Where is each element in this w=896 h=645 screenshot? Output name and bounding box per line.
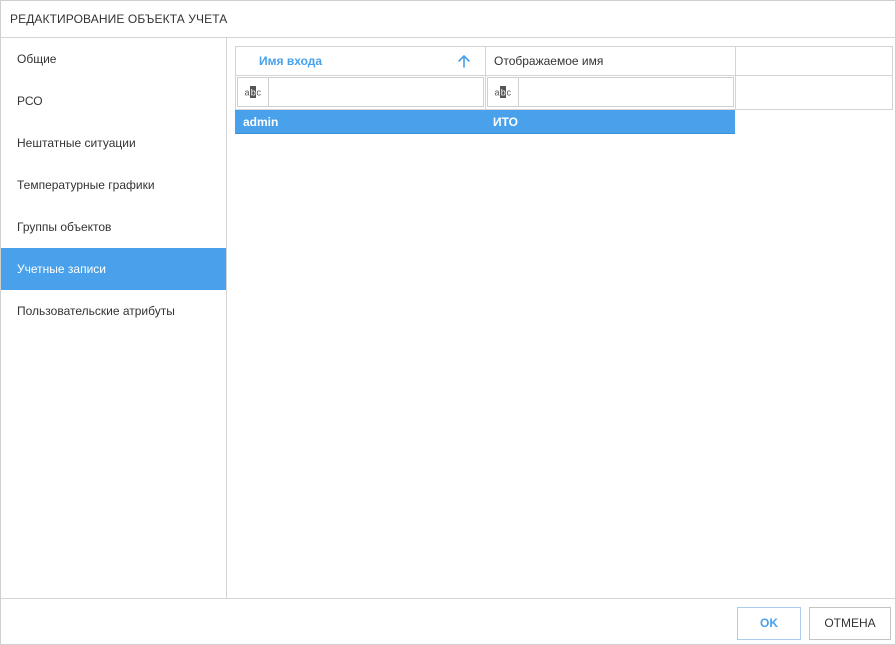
column-header-login[interactable]: Имя входа [236,47,486,75]
cell-display-name: ИТО [493,115,518,129]
column-header-login-label: Имя входа [259,54,323,68]
cell-login: admin [243,115,279,129]
table-row[interactable]: admin ИТО [235,110,735,134]
filter-cell-display-name: a b c [486,76,736,109]
text-filter-icon[interactable]: a b c [238,78,269,106]
cancel-button[interactable]: ОТМЕНА [809,607,891,640]
dialog-title: РЕДАКТИРОВАНИЕ ОБЪЕКТА УЧЕТА [10,12,228,26]
sidebar-item-custom-attributes[interactable]: Пользовательские атрибуты [1,290,226,332]
svg-text:b: b [501,88,506,98]
dialog-footer: OK ОТМЕНА [1,598,895,645]
sidebar-item-general[interactable]: Общие [1,38,226,80]
sidebar-item-temperature-schedules[interactable]: Температурные графики [1,164,226,206]
sidebar-item-accounts[interactable]: Учетные записи [1,248,226,290]
filter-box-display-name: a b c [487,77,734,107]
sort-ascending-icon [458,55,470,68]
edit-account-object-dialog: РЕДАКТИРОВАНИЕ ОБЪЕКТА УЧЕТА Общие РСО Н… [0,0,896,645]
sidebar: Общие РСО Нештатные ситуации Температурн… [1,38,227,598]
sidebar-item-rso[interactable]: РСО [1,80,226,122]
column-header-empty [736,47,892,75]
svg-text:c: c [257,88,262,98]
svg-text:c: c [507,88,512,98]
svg-text:b: b [251,88,256,98]
svg-text:a: a [495,88,500,98]
column-header-display-name[interactable]: Отображаемое имя [486,47,736,75]
sidebar-item-object-groups[interactable]: Группы объектов [1,206,226,248]
accounts-grid: Имя входа Отображаемое имя a b c a b c a… [235,46,893,134]
svg-text:a: a [245,88,250,98]
ok-button[interactable]: OK [737,607,801,640]
dialog-titlebar: РЕДАКТИРОВАНИЕ ОБЪЕКТА УЧЕТА [1,1,895,38]
filter-input-login[interactable] [269,78,483,106]
sidebar-item-emergencies[interactable]: Нештатные ситуации [1,122,226,164]
grid-header: Имя входа Отображаемое имя [235,46,893,76]
filter-box-login: a b c [237,77,484,107]
filter-cell-empty [736,76,892,109]
filter-cell-login: a b c [236,76,486,109]
filter-input-display-name[interactable] [519,78,733,106]
column-header-display-name-label: Отображаемое имя [494,54,604,68]
text-filter-icon[interactable]: a b c [488,78,519,106]
filter-row: a b c a b c [235,76,893,110]
